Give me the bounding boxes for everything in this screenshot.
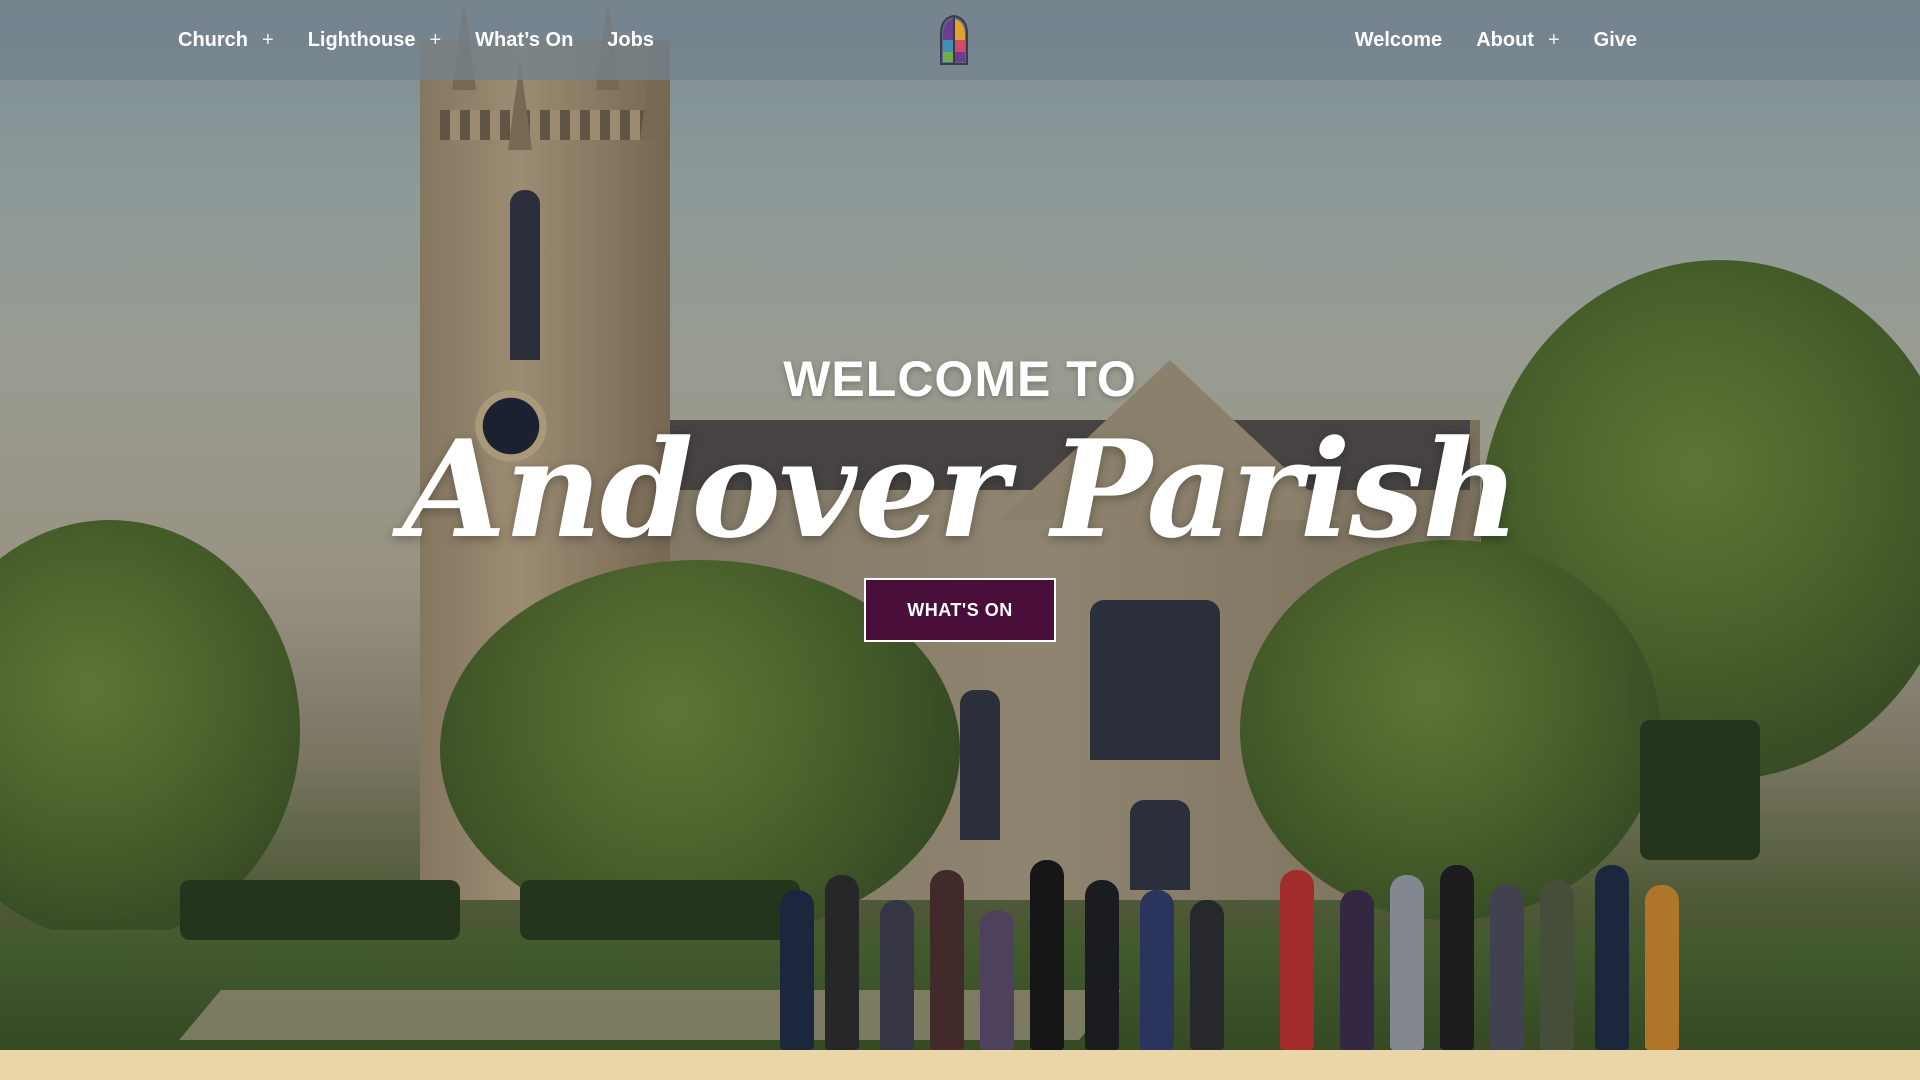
nav-item-welcome[interactable]: Welcome [1355,29,1442,52]
plus-icon[interactable]: + [429,29,441,52]
whats-on-button[interactable]: WHAT'S ON [864,578,1056,642]
nav-item-label: Lighthouse [307,28,416,51]
nav-item-whats-on[interactable]: What’s On [475,29,573,52]
parish-title: Andover Parish [402,410,1519,568]
bottom-band [0,1050,1920,1080]
nav-item-lighthouse[interactable]: Lighthouse + [308,29,441,52]
stained-glass-window-logo[interactable] [939,14,969,66]
nav-item-label: Welcome [1354,28,1443,51]
hero-heading-group: WELCOME TO Andover Parish WHAT'S ON [0,350,1920,642]
welcome-heading: WELCOME TO [783,351,1137,407]
hero-section: Church + Lighthouse + What’s On Jobs Wel… [0,0,1920,1050]
nav-right-group: Welcome About + Give [1355,0,1637,80]
nav-item-jobs[interactable]: Jobs [607,29,654,52]
top-navigation: Church + Lighthouse + What’s On Jobs Wel… [0,0,1920,80]
nav-item-label: About [1476,28,1534,51]
nav-item-give[interactable]: Give [1594,29,1637,52]
plus-icon[interactable]: + [262,29,274,52]
nav-item-label: Jobs [607,28,654,51]
plus-icon[interactable]: + [1548,29,1560,52]
nav-item-church[interactable]: Church + [178,29,274,52]
nav-item-label: Church [178,28,248,51]
nav-item-label: Give [1593,28,1637,51]
nav-item-label: What’s On [475,28,574,51]
nav-item-about[interactable]: About + [1476,29,1559,52]
nav-left-group: Church + Lighthouse + What’s On Jobs [178,0,654,80]
